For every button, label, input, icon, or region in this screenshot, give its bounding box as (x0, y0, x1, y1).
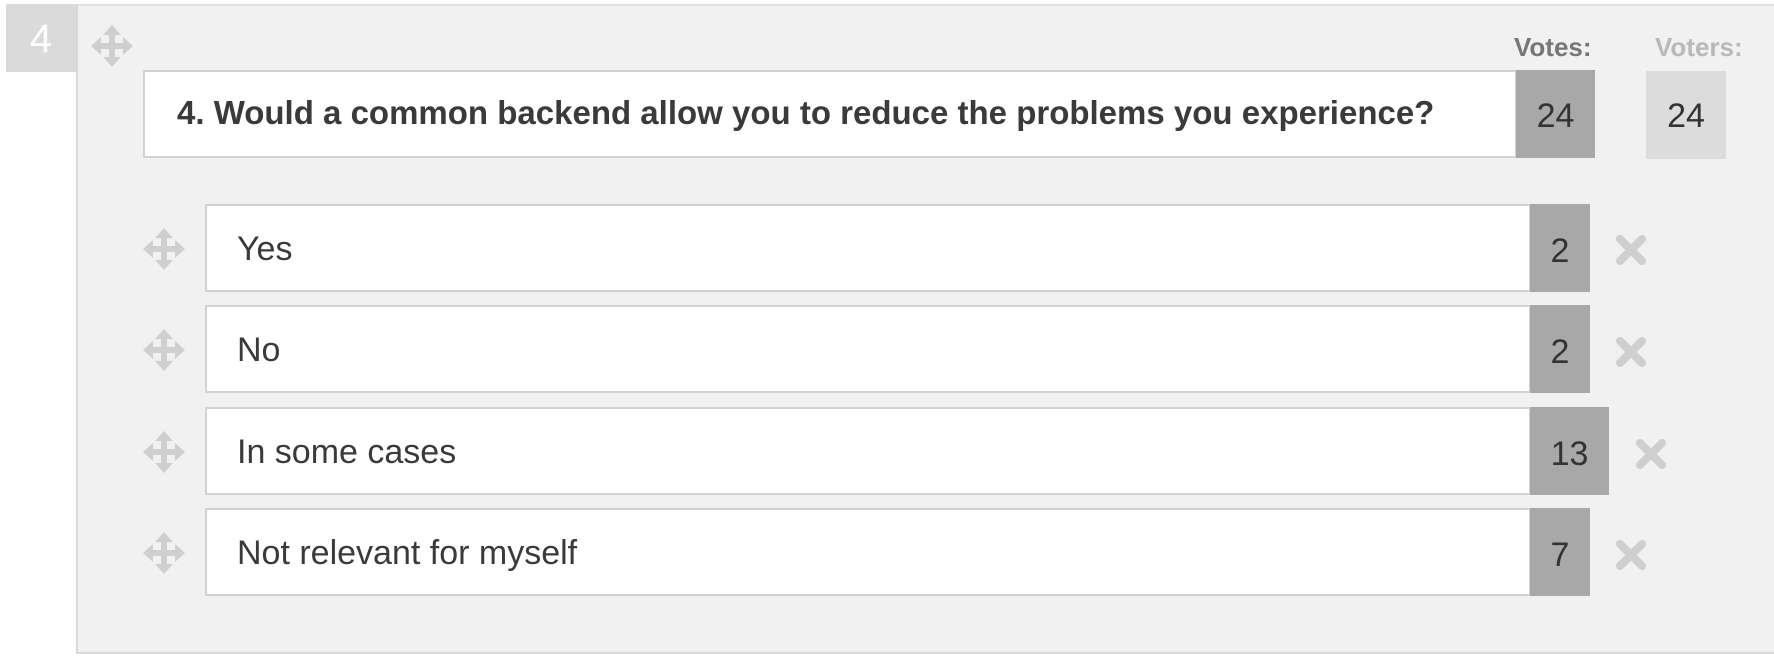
question-text: 4. Would a common backend allow you to r… (177, 94, 1435, 131)
answer-vote-count: 2 (1530, 305, 1590, 393)
remove-answer-icon[interactable] (1634, 437, 1668, 471)
answer-drag-handle-icon[interactable] (142, 531, 186, 575)
answer-vote-count: 7 (1530, 508, 1590, 596)
answer-text-field[interactable]: Not relevant for myself (205, 508, 1531, 596)
answer-drag-handle-icon[interactable] (142, 328, 186, 372)
answer-text-field[interactable]: No (205, 305, 1531, 393)
question-votes-count: 24 (1516, 70, 1595, 158)
poll-question-editor: 4 Votes: Voters: 4. Would a common backe… (0, 0, 1774, 663)
remove-answer-icon[interactable] (1614, 335, 1648, 369)
answer-drag-handle-icon[interactable] (142, 227, 186, 271)
answer-vote-count: 2 (1530, 204, 1590, 292)
answer-vote-count: 13 (1530, 407, 1609, 495)
answer-label: In some cases (237, 433, 457, 471)
answer-label: Yes (237, 230, 293, 268)
answer-text-field[interactable]: Yes (205, 204, 1531, 292)
answer-label: Not relevant for myself (237, 534, 578, 572)
remove-answer-icon[interactable] (1614, 233, 1648, 267)
question-drag-handle-icon[interactable] (90, 24, 134, 68)
answer-text-field[interactable]: In some cases (205, 407, 1531, 495)
question-text-field[interactable]: 4. Would a common backend allow you to r… (143, 70, 1517, 158)
question-voters-count: 24 (1646, 71, 1726, 159)
remove-answer-icon[interactable] (1614, 538, 1648, 572)
answer-label: No (237, 331, 281, 369)
voters-header: Voters: (1655, 32, 1743, 62)
answer-drag-handle-icon[interactable] (142, 430, 186, 474)
question-number-badge: 4 (6, 4, 76, 72)
votes-header: Votes: (1514, 32, 1592, 62)
